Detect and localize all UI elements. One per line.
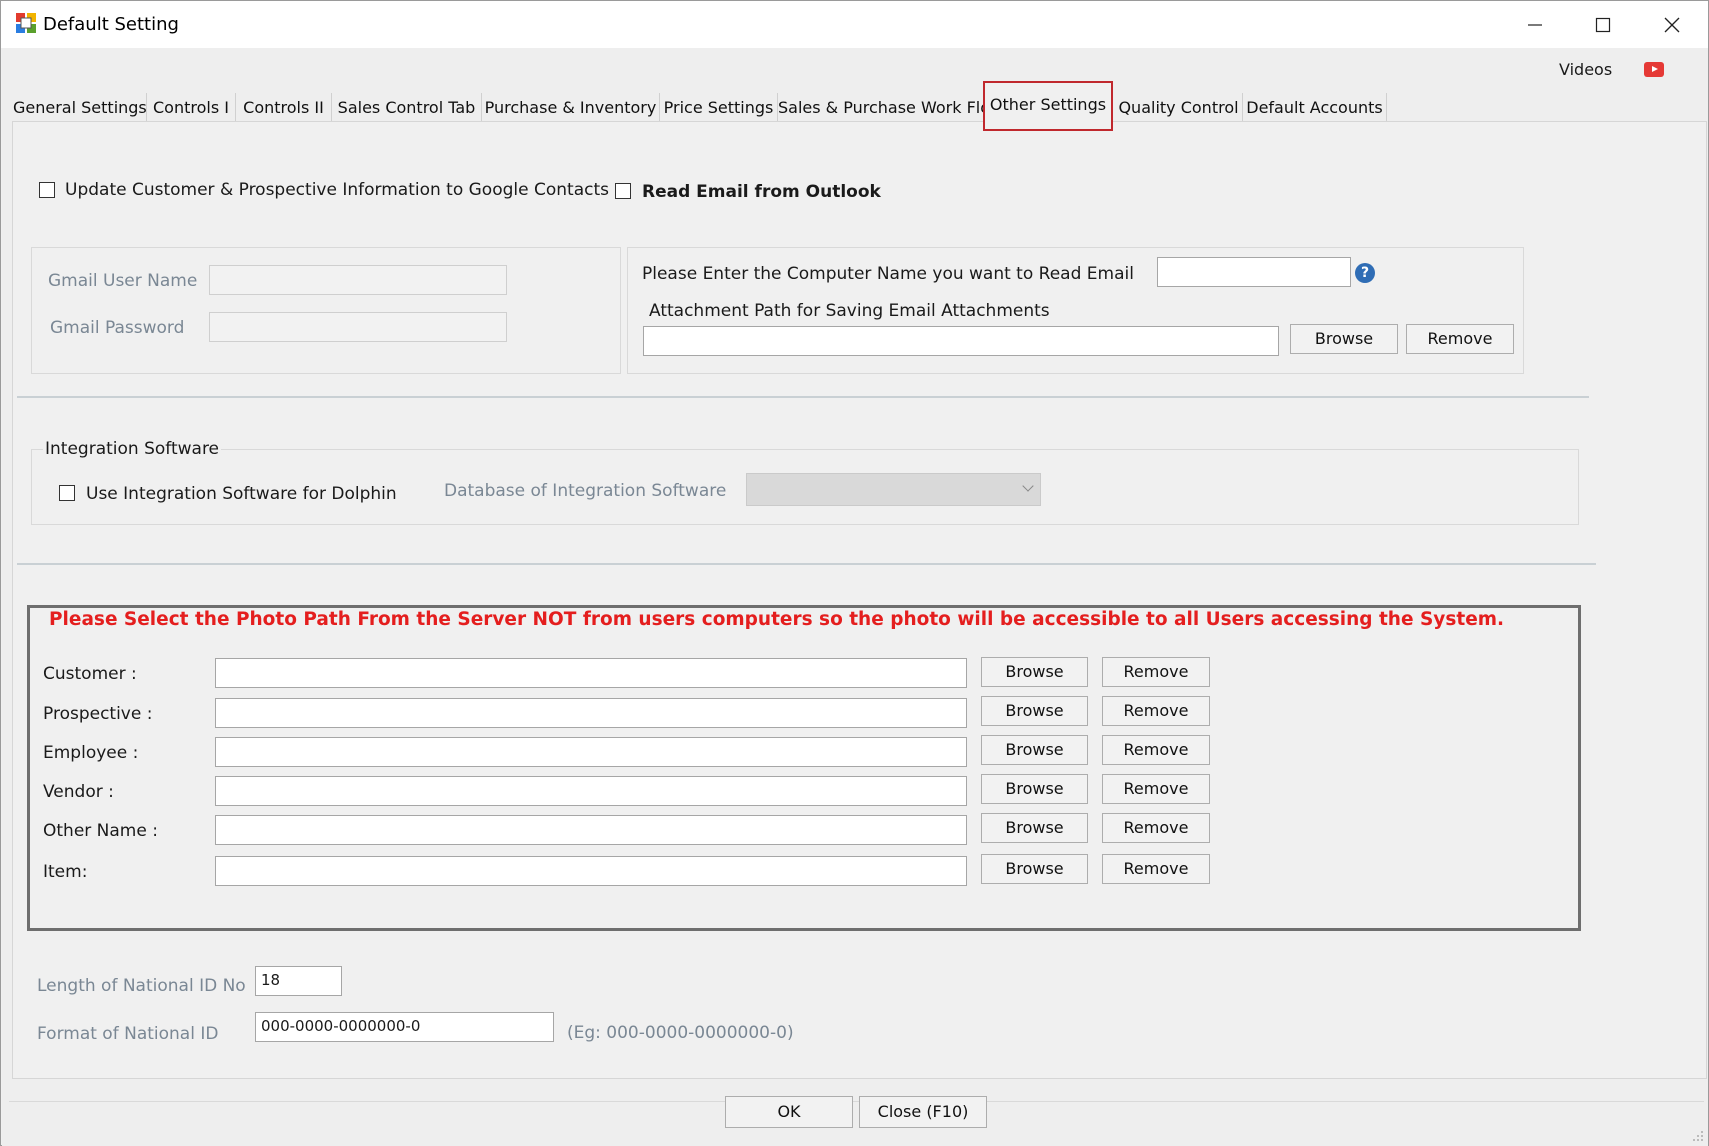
customer-browse-button[interactable]: Browse [981, 657, 1088, 687]
photo-path-warning: Please Select the Photo Path From the Se… [49, 609, 1505, 630]
ok-button[interactable]: OK [725, 1096, 853, 1128]
item-browse-button[interactable]: Browse [981, 854, 1088, 884]
tab-purchase-inventory[interactable]: Purchase & Inventory [482, 93, 660, 121]
minimize-icon [1528, 23, 1542, 26]
minimize-button[interactable] [1501, 1, 1569, 48]
google-contacts-label: Update Customer & Prospective Informatio… [65, 180, 609, 200]
tab-general-settings[interactable]: General Settings [13, 93, 147, 121]
item-remove-button[interactable]: Remove [1102, 854, 1210, 884]
national-id-format-example: (Eg: 000-0000-0000000-0) [567, 1023, 794, 1043]
attachment-path-label: Attachment Path for Saving Email Attachm… [649, 301, 1050, 321]
gmail-password-input[interactable] [209, 312, 507, 342]
maximize-button[interactable] [1569, 1, 1637, 48]
integration-checkbox-label: Use Integration Software for Dolphin [86, 484, 397, 504]
attachment-browse-button[interactable]: Browse [1290, 324, 1398, 354]
employee-browse-button[interactable]: Browse [981, 735, 1088, 765]
google-contacts-checkbox[interactable] [39, 182, 55, 198]
tab-default-accounts[interactable]: Default Accounts [1243, 93, 1387, 121]
videos-link[interactable]: Videos [1559, 60, 1612, 79]
employee-photo-label: Employee : [43, 743, 139, 763]
national-id-length-input[interactable]: 18 [255, 966, 342, 996]
national-id-length-label: Length of National ID No [37, 976, 246, 996]
other-name-photo-label: Other Name : [43, 821, 158, 841]
other-name-browse-button[interactable]: Browse [981, 813, 1088, 843]
computer-name-label: Please Enter the Computer Name you want … [642, 264, 1134, 284]
tab-price-settings[interactable]: Price Settings [660, 93, 778, 121]
computer-name-input[interactable] [1157, 257, 1351, 287]
tab-other-settings[interactable]: Other Settings [983, 81, 1113, 131]
title-bar: Default Setting [1, 1, 1708, 48]
vendor-photo-label: Vendor : [43, 782, 114, 802]
integration-checkbox[interactable] [59, 485, 75, 501]
read-outlook-checkbox[interactable] [615, 183, 631, 199]
other-name-remove-button[interactable]: Remove [1102, 813, 1210, 843]
prospective-photo-input[interactable] [215, 698, 967, 728]
gmail-user-name-label: Gmail User Name [48, 271, 198, 291]
item-photo-label: Item: [43, 862, 88, 882]
prospective-remove-button[interactable]: Remove [1102, 696, 1210, 726]
national-id-format-label: Format of National ID [37, 1024, 219, 1044]
customer-photo-input[interactable] [215, 658, 967, 688]
footer-divider [9, 1101, 1704, 1102]
divider [17, 563, 1596, 565]
window-title: Default Setting [43, 14, 179, 35]
attachment-remove-button[interactable]: Remove [1406, 324, 1514, 354]
help-icon[interactable]: ? [1355, 263, 1375, 283]
employee-remove-button[interactable]: Remove [1102, 735, 1210, 765]
close-window-button[interactable] [1638, 1, 1706, 48]
tab-controls-1[interactable]: Controls I [147, 93, 236, 121]
close-f10-button[interactable]: Close (F10) [859, 1096, 987, 1128]
close-icon [1664, 17, 1680, 32]
app-icon [16, 13, 36, 33]
integration-database-select[interactable] [746, 473, 1041, 506]
vendor-photo-input[interactable] [215, 776, 967, 806]
resize-grip-icon[interactable] [1691, 1129, 1705, 1143]
integration-group-title: Integration Software [43, 439, 222, 459]
vendor-remove-button[interactable]: Remove [1102, 774, 1210, 804]
employee-photo-input[interactable] [215, 737, 967, 767]
default-setting-window: Default Setting Videos General Settings … [0, 0, 1709, 1146]
read-outlook-label: Read Email from Outlook [642, 182, 881, 202]
gmail-password-label: Gmail Password [50, 318, 185, 338]
national-id-format-input[interactable]: 000-0000-0000000-0 [255, 1012, 554, 1042]
maximize-icon [1595, 17, 1611, 32]
divider [17, 396, 1589, 398]
other-name-photo-input[interactable] [215, 815, 967, 845]
chevron-down-icon [1022, 480, 1034, 492]
vendor-browse-button[interactable]: Browse [981, 774, 1088, 804]
video-play-icon[interactable] [1644, 62, 1664, 77]
customer-photo-label: Customer : [43, 664, 137, 684]
integration-database-label: Database of Integration Software [444, 481, 727, 501]
attachment-path-input[interactable] [643, 326, 1279, 356]
prospective-photo-label: Prospective : [43, 704, 153, 724]
prospective-browse-button[interactable]: Browse [981, 696, 1088, 726]
item-photo-input[interactable] [215, 856, 967, 886]
tab-sales-control[interactable]: Sales Control Tab [332, 93, 482, 121]
tab-controls-2[interactable]: Controls II [236, 93, 332, 121]
tab-sales-purchase-work-flow[interactable]: Sales & Purchase Work Flow [778, 93, 1003, 121]
gmail-user-name-input[interactable] [209, 265, 507, 295]
tab-quality-control[interactable]: Quality Control [1115, 93, 1243, 121]
customer-remove-button[interactable]: Remove [1102, 657, 1210, 687]
